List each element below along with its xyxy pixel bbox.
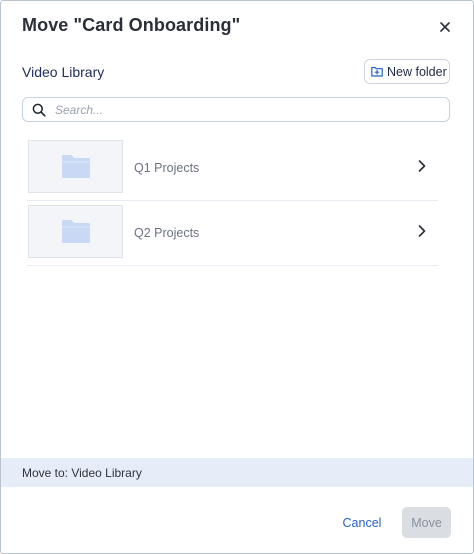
close-icon — [440, 22, 450, 32]
folder-row-q2-projects[interactable]: Q2 Projects — [27, 201, 438, 266]
folder-row-q1-projects[interactable]: Q1 Projects — [27, 136, 438, 201]
folder-icon — [61, 155, 90, 178]
folder-icon — [61, 220, 90, 243]
move-to-bar: Move to: Video Library — [1, 458, 473, 487]
folder-thumbnail — [28, 140, 123, 193]
move-to-text: Move to: Video Library — [22, 465, 142, 480]
close-button[interactable] — [435, 17, 455, 37]
search-icon — [32, 103, 46, 117]
new-folder-label: New folder — [387, 64, 447, 79]
dialog-title: Move "Card Onboarding" — [22, 15, 241, 35]
chevron-right-icon[interactable] — [415, 159, 429, 173]
folder-name: Q1 Projects — [134, 161, 200, 175]
folder-name: Q2 Projects — [134, 226, 200, 240]
search-box — [22, 97, 450, 122]
search-input[interactable] — [53, 101, 437, 118]
new-folder-button[interactable]: New folder — [364, 59, 450, 84]
chevron-right-icon[interactable] — [415, 224, 429, 238]
library-title: Video Library — [22, 64, 105, 80]
folder-plus-icon — [371, 66, 383, 77]
cancel-button[interactable]: Cancel — [336, 509, 388, 537]
move-button[interactable]: Move — [402, 507, 451, 538]
folder-thumbnail — [28, 205, 123, 258]
move-dialog: Move "Card Onboarding" Video Library New… — [0, 0, 474, 554]
